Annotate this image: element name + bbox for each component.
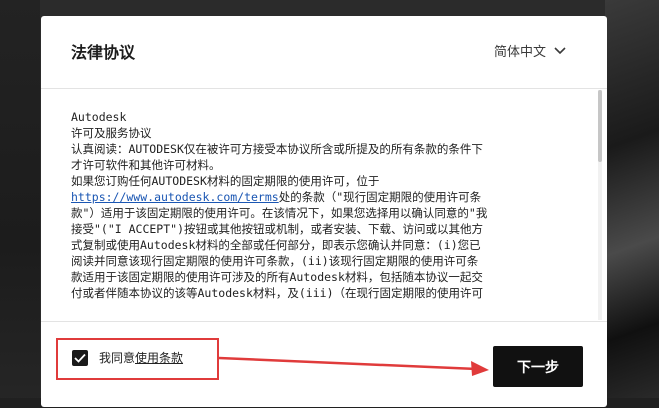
terms-of-use-link[interactable]: 使用条款 (135, 351, 183, 365)
language-selector[interactable]: 简体中文 (494, 41, 566, 60)
next-button[interactable]: 下一步 (493, 346, 583, 387)
terms-text: Autodesk 许可及服务协议认真阅读：AUTODESK仅在被许可方接受本协议所… (71, 109, 563, 321)
agree-checkbox[interactable] (72, 350, 88, 366)
terms-line: 才许可软件和其他许可材料。 (71, 158, 221, 172)
checkmark-icon (74, 353, 86, 363)
terms-line: Autodesk (71, 110, 127, 124)
terms-line: 接受"("I ACCEPT")按钮或其他按钮或机制，或者安装、下载、访问或以其他… (71, 222, 484, 236)
desktop-background-right (605, 0, 659, 408)
terms-line: 认真阅读：AUTODESK仅在被许可方接受本协议所含或所提及的所有条款的条件下 (71, 142, 483, 156)
desktop-background-left (0, 0, 40, 408)
agree-label: 我同意使用条款 (99, 350, 183, 366)
terms-line: 式复制或使用Autodesk材料的全部或任何部分，即表示您确认并同意：(i)您已 (71, 238, 481, 252)
terms-line: 款适用于该固定期限的使用许可涉及的所有Autodesk材料，包括随本协议一起交 (71, 270, 483, 284)
terms-line: 款"）适用于该固定期限的使用许可。在该情况下，如果您选择用以确认同意的"我 (71, 206, 488, 220)
chevron-down-icon (554, 46, 566, 54)
terms-line: 如果您订购任何AUTODESK材料的固定期限的使用许可，位于 (71, 174, 380, 188)
language-label: 简体中文 (494, 45, 547, 60)
terms-line: 付或者伴随本协议的该等Autodesk材料，及(iii)（在现行固定期限的使用许… (71, 286, 484, 300)
dialog-title: 法律协议 (71, 43, 136, 62)
scrollbar-thumb[interactable] (598, 90, 602, 162)
terms-line: 许可及服务协议 (71, 126, 152, 140)
legal-agreement-dialog: 法律协议 简体中文 Autodesk 许可及服务协议认真阅读：AUTODESK仅在… (41, 16, 607, 407)
red-arrow-icon (219, 356, 489, 376)
agree-prefix: 我同意 (99, 351, 136, 365)
terms-line: https://www.autodesk.com/terms处的条款（"现行固定… (71, 190, 482, 204)
header-divider (41, 88, 607, 89)
autodesk-terms-link[interactable]: https://www.autodesk.com/terms (71, 190, 279, 204)
terms-line: 阅读并同意该现行固定期限的使用许可条款，(ii)该现行固定期限的使用许可条 (71, 254, 479, 268)
footer-divider (41, 321, 607, 322)
